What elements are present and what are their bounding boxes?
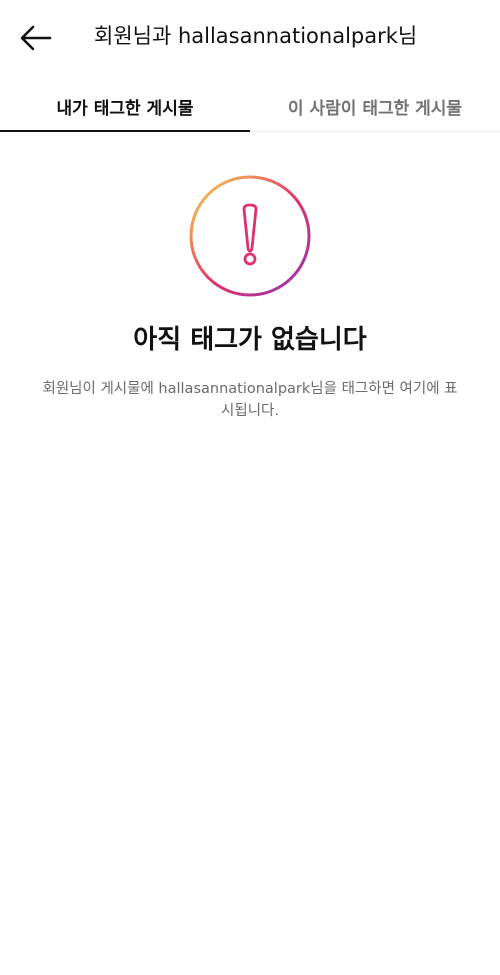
tab-tagged-by-them[interactable]: 이 사람이 태그한 게시물 [250,80,500,132]
tab-tagged-by-me[interactable]: 내가 태그한 게시물 [0,80,250,132]
back-button[interactable] [14,18,58,58]
tab-bar: 내가 태그한 게시물 이 사람이 태그한 게시물 [0,80,500,132]
empty-state-title: 아직 태그가 없습니다 [133,325,367,355]
active-tab-indicator [0,130,250,132]
page-title: 회원님과 hallasannationalpark님 [94,24,418,48]
empty-state-description: 회원님이 게시물에 hallasannationalpark님을 태그하면 여기… [42,381,458,419]
exclamation-circle-icon [189,175,311,297]
arrow-left-icon [20,25,52,51]
top-app-bar: 회원님과 hallasannationalpark님 [0,0,500,72]
